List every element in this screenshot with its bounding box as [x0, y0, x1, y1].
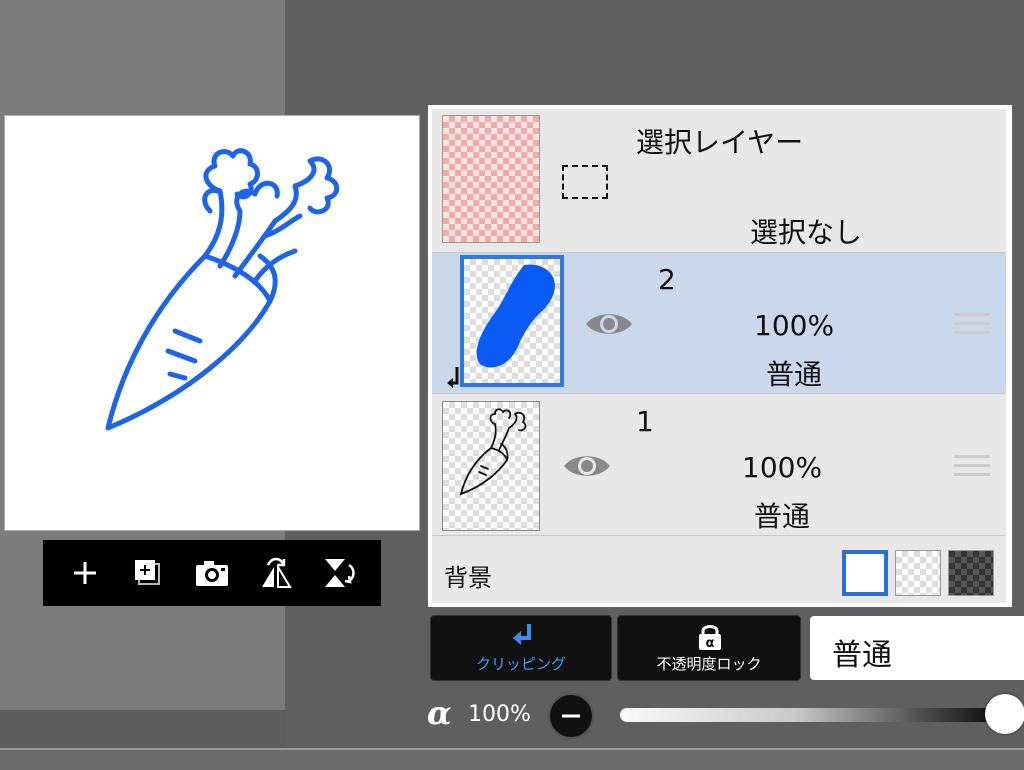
canvas-toolbar	[43, 540, 381, 606]
add-layer-button[interactable]	[126, 551, 170, 595]
camera-button[interactable]	[190, 551, 234, 595]
layer-panel: 選択レイヤー 選択なし 2 100% 普通 1 100% 普通 背景	[428, 105, 1012, 607]
minus-icon	[562, 714, 580, 718]
layer-2-name: 2	[658, 263, 676, 296]
layer-1-thumbnail[interactable]	[442, 401, 540, 531]
selection-layer-row[interactable]: 選択レイヤー 選択なし	[432, 109, 1006, 253]
flip-vertical-button[interactable]	[317, 551, 361, 595]
layer-row-1[interactable]: 1 100% 普通	[432, 395, 1006, 536]
blue-shape-thumbnail	[476, 264, 555, 368]
selection-layer-title: 選択レイヤー	[636, 126, 804, 159]
layer-2-opacity: 100%	[754, 309, 835, 342]
opacity-lock-button[interactable]: α 不透明度ロック	[617, 615, 801, 681]
clipping-label: クリッピング	[475, 655, 566, 673]
layer-1-drag-handle[interactable]	[954, 449, 990, 479]
alpha-symbol: α	[427, 694, 452, 732]
camera-icon	[195, 561, 228, 586]
clipping-icon	[513, 624, 531, 645]
layer-1-visibility-icon[interactable]	[562, 451, 612, 481]
selection-layer-thumbnail	[442, 115, 540, 243]
canvas-preview[interactable]	[4, 115, 420, 531]
layer-2-thumbnail[interactable]	[460, 255, 564, 387]
blend-mode-value: 普通	[832, 638, 892, 673]
opacity-lock-label: 不透明度ロック	[656, 655, 762, 673]
opacity-slider-knob[interactable]	[985, 694, 1024, 734]
layer-1-name: 1	[636, 405, 654, 438]
clipping-button[interactable]: クリッピング	[430, 615, 612, 681]
background-row: 背景	[432, 536, 1006, 603]
blend-mode-select[interactable]: 普通	[810, 616, 1024, 680]
add-icon	[73, 562, 96, 584]
flip-horizontal-icon	[261, 557, 292, 588]
lock-alpha-icon: α	[699, 625, 721, 651]
layer-row-2[interactable]: 2 100% 普通	[432, 253, 1006, 394]
background-label: 背景	[444, 564, 492, 592]
flip-vertical-icon	[325, 559, 355, 587]
carrot-thumbnail	[459, 408, 527, 496]
background-dark-swatch[interactable]	[948, 550, 994, 596]
background-transparent-swatch[interactable]	[895, 550, 941, 596]
layer-list: 選択レイヤー 選択なし 2 100% 普通 1 100% 普通 背景	[432, 109, 1006, 603]
opacity-value-label: 100%	[468, 702, 531, 727]
layer-1-blend-mode: 普通	[754, 500, 811, 533]
opacity-decrease-button[interactable]	[548, 693, 594, 739]
add-layer-icon	[135, 560, 161, 585]
carrot-drawing	[105, 148, 340, 431]
layer-2-blend-mode: 普通	[766, 358, 823, 391]
layer-1-opacity: 100%	[742, 451, 823, 484]
svg-text:α: α	[706, 636, 715, 651]
layer-2-visibility-icon[interactable]	[584, 309, 634, 339]
flip-horizontal-button[interactable]	[254, 551, 298, 595]
layer-2-drag-handle[interactable]	[954, 307, 990, 337]
bottom-strip	[0, 748, 1024, 770]
add-button[interactable]	[63, 551, 107, 595]
background-white-swatch[interactable]	[842, 550, 888, 596]
opacity-slider-track[interactable]	[620, 708, 1010, 722]
clipping-arrow-icon	[447, 367, 459, 388]
selection-marquee-icon	[562, 165, 608, 199]
selection-status: 選択なし	[750, 216, 863, 249]
